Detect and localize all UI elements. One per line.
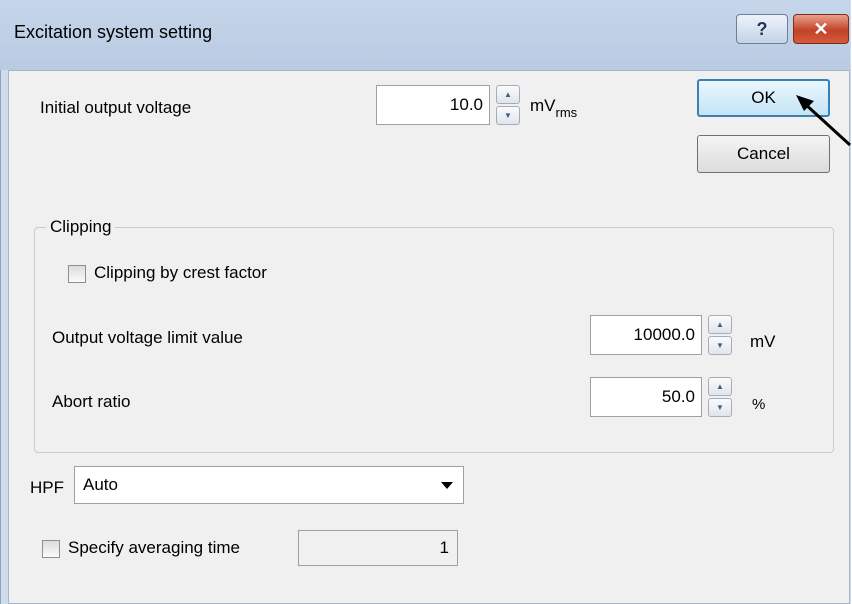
crest-factor-checkbox[interactable] [68, 265, 86, 283]
output-limit-input[interactable]: 10000.0 [590, 315, 702, 355]
crest-factor-label: Clipping by crest factor [94, 263, 267, 282]
initial-output-voltage-input[interactable]: 10.0 [376, 85, 490, 125]
title-bar: Excitation system setting ? ✕ [0, 0, 850, 70]
hpf-select[interactable]: Auto [74, 466, 464, 504]
initial-output-voltage-unit: mVrms [530, 96, 577, 120]
initial-output-voltage-label: Initial output voltage [40, 98, 192, 117]
abort-ratio-spinner[interactable]: ▲ ▼ [708, 377, 732, 417]
unit-main: mV [530, 96, 556, 115]
output-limit-unit: mV [750, 332, 776, 351]
spin-up-icon[interactable]: ▲ [708, 315, 732, 334]
help-button[interactable]: ? [736, 14, 788, 44]
abort-ratio-unit: % [752, 396, 766, 413]
spin-down-icon[interactable]: ▼ [708, 398, 732, 417]
spin-down-icon[interactable]: ▼ [708, 336, 732, 355]
averaging-time-input: 1 [298, 530, 458, 566]
abort-ratio-label: Abort ratio [52, 392, 131, 411]
abort-ratio-input[interactable]: 50.0 [590, 377, 702, 417]
averaging-time-label: Specify averaging time [68, 538, 240, 557]
unit-sub: rms [555, 105, 578, 120]
hpf-label: HPF [30, 478, 64, 497]
spin-up-icon[interactable]: ▲ [708, 377, 732, 396]
chevron-down-icon[interactable] [441, 482, 453, 489]
spin-down-icon[interactable]: ▼ [496, 106, 520, 125]
window-title: Excitation system setting [14, 22, 213, 42]
averaging-time-checkbox[interactable] [42, 540, 60, 558]
pointer-arrow-icon [796, 95, 852, 147]
spin-up-icon[interactable]: ▲ [496, 85, 520, 104]
clipping-group-title: Clipping [46, 217, 116, 237]
close-button[interactable]: ✕ [793, 14, 849, 44]
output-limit-label: Output voltage limit value [52, 328, 243, 347]
hpf-selected-value: Auto [83, 475, 118, 494]
output-limit-spinner[interactable]: ▲ ▼ [708, 315, 732, 355]
initial-output-voltage-spinner[interactable]: ▲ ▼ [496, 85, 520, 125]
